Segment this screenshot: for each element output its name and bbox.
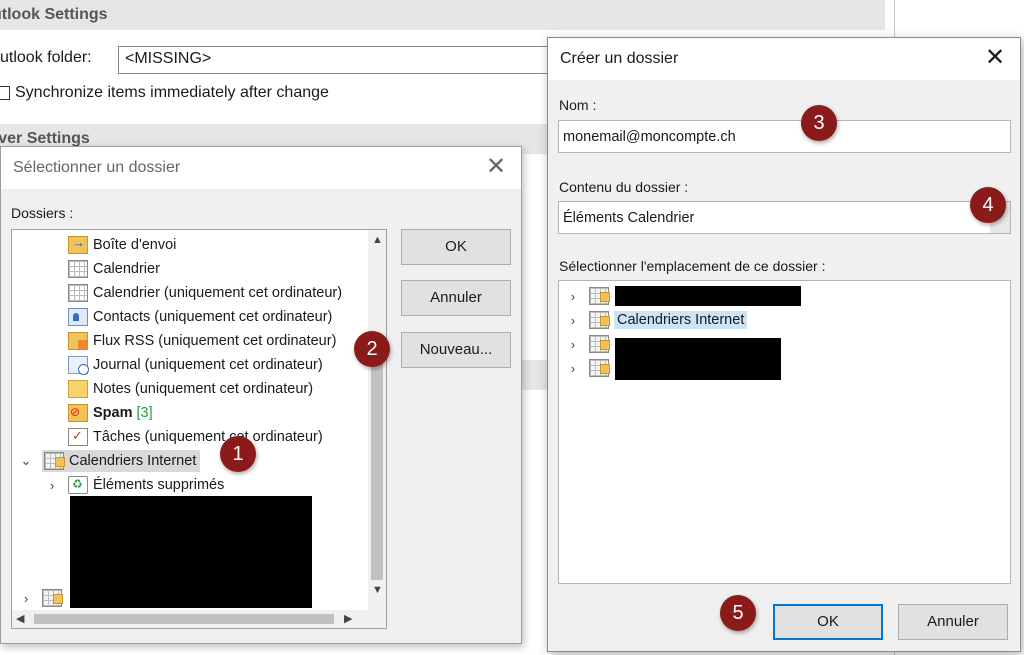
location-item[interactable]: › — [565, 332, 614, 356]
cancel-button[interactable]: Annuler — [898, 604, 1008, 640]
ok-button[interactable]: OK — [773, 604, 883, 640]
rss-icon — [68, 332, 88, 350]
ok-button[interactable]: OK — [401, 229, 511, 265]
chevron-down-icon[interactable]: ⌄ — [18, 453, 34, 469]
tree-item-label: Tâches (uniquement cet ordinateur) — [93, 429, 323, 445]
tree-item-label: Contacts (uniquement cet ordinateur) — [93, 309, 333, 325]
chevron-right-icon[interactable]: › — [18, 591, 34, 606]
scrollbar-thumb[interactable] — [34, 614, 334, 624]
outbox-icon — [68, 235, 88, 254]
tree-item-tasks[interactable]: Tâches (uniquement cet ordinateur) — [68, 425, 323, 449]
redacted-block — [70, 496, 312, 608]
tasks-icon — [68, 428, 88, 446]
tree-item-label: Boîte d'envoi — [93, 237, 177, 253]
tree-item-outbox[interactable]: Boîte d'envoi — [68, 233, 176, 257]
tree-item-label: Calendrier (uniquement cet ordinateur) — [93, 285, 343, 301]
sync-checkbox[interactable] — [0, 86, 10, 100]
internet-calendar-icon — [44, 452, 65, 470]
name-input[interactable]: monemail@moncompte.ch — [558, 120, 1011, 153]
tree-item-label: Spam — [93, 405, 133, 421]
tree-item-label: Notes (uniquement cet ordinateur) — [93, 381, 314, 397]
tree-item-calendar[interactable]: Calendrier — [68, 257, 160, 281]
tree-item-journal[interactable]: Journal (uniquement cet ordinateur) — [68, 353, 323, 377]
content-select-value: Éléments Calendrier — [563, 210, 695, 226]
folder-icon — [589, 359, 610, 377]
select-folder-titlebar: Sélectionner un dossier ✕ — [1, 147, 521, 189]
folder-icon — [589, 335, 610, 353]
tree-item-selection: Calendriers Internet — [42, 450, 201, 472]
outlook-folder-label: utlook folder: — [0, 49, 92, 66]
chevron-right-icon[interactable]: › — [565, 289, 581, 304]
folders-label: Dossiers : — [11, 205, 74, 221]
tree-item-label: Flux RSS (uniquement cet ordinateur) — [93, 333, 337, 349]
sync-label: Synchronize items immediately after chan… — [15, 84, 329, 101]
spam-icon — [68, 404, 88, 422]
step-marker-3: 3 — [801, 105, 837, 141]
close-icon[interactable]: ✕ — [481, 153, 511, 183]
notes-icon — [68, 380, 88, 398]
create-folder-title: Créer un dossier — [560, 50, 679, 67]
redacted-block — [615, 338, 781, 380]
location-item[interactable]: › — [565, 284, 614, 308]
tree-item-label: Calendriers Internet — [69, 453, 197, 469]
tree-item-label: Éléments supprimés — [93, 477, 225, 493]
content-label: Contenu du dossier : — [559, 179, 689, 195]
vertical-scrollbar[interactable]: ▲ ▼ — [368, 230, 386, 611]
calendar-icon — [68, 260, 88, 278]
tree-item-notes[interactable]: Notes (uniquement cet ordinateur) — [68, 377, 313, 401]
background-stripe — [522, 360, 547, 390]
scroll-down-icon[interactable]: ▼ — [372, 584, 383, 596]
tree-item-spam[interactable]: Spam [3] — [68, 401, 153, 425]
unread-count-badge: [3] — [136, 405, 153, 421]
content-select[interactable]: Éléments Calendrier — [558, 201, 1011, 234]
redacted-block — [615, 286, 801, 306]
location-item-internet-calendars[interactable]: › Calendriers Internet — [565, 308, 748, 332]
internet-calendar-icon — [589, 311, 610, 329]
location-item-label: Calendriers Internet — [614, 311, 748, 329]
tree-item-calendar-local[interactable]: Calendrier (uniquement cet ordinateur) — [68, 281, 342, 305]
folder-icon — [42, 589, 63, 607]
create-folder-dialog: Créer un dossier ✕ Nom : monemail@moncom… — [547, 37, 1021, 652]
close-icon[interactable]: ✕ — [980, 44, 1010, 74]
scroll-left-icon[interactable]: ◀ — [16, 612, 24, 625]
journal-icon — [68, 356, 89, 375]
horizontal-scrollbar[interactable]: ◀ ▶ — [12, 610, 386, 628]
chevron-right-icon[interactable]: › — [565, 361, 581, 376]
chevron-right-icon[interactable]: › — [565, 337, 581, 352]
tree-item-contacts[interactable]: Contacts (uniquement cet ordinateur) — [68, 305, 332, 329]
outlook-folder-input[interactable]: <MISSING> — [118, 46, 558, 74]
new-folder-button[interactable]: Nouveau... — [401, 332, 511, 368]
location-item[interactable]: › — [565, 356, 614, 380]
select-folder-title: Sélectionner un dossier — [13, 159, 181, 176]
outlook-settings-header: utlook Settings — [0, 0, 885, 30]
select-folder-dialog: Sélectionner un dossier ✕ Dossiers : Boî… — [0, 146, 522, 644]
scroll-up-icon[interactable]: ▲ — [372, 234, 383, 246]
chevron-right-icon[interactable]: › — [565, 313, 581, 328]
tree-item-label: Journal (uniquement cet ordinateur) — [93, 357, 323, 373]
folder-icon — [589, 287, 610, 305]
cancel-button[interactable]: Annuler — [401, 280, 511, 316]
step-marker-4: 4 — [970, 187, 1006, 223]
calendar-icon — [68, 284, 88, 302]
tree-item-label: Calendrier — [93, 261, 160, 277]
step-marker-2: 2 — [354, 331, 390, 367]
scroll-right-icon[interactable]: ▶ — [344, 612, 352, 625]
tree-item-internet-calendars[interactable]: ⌄ Calendriers Internet — [18, 449, 201, 473]
scrollbar-thumb[interactable] — [371, 350, 383, 580]
name-label: Nom : — [559, 97, 597, 113]
tree-item-collapsed[interactable]: › — [18, 586, 67, 610]
step-marker-5: 5 — [720, 595, 756, 631]
trash-icon — [68, 476, 88, 494]
location-tree[interactable]: › › Calendriers Internet › › — [558, 280, 1011, 584]
create-folder-titlebar: Créer un dossier ✕ — [548, 38, 1020, 80]
location-label: Sélectionner l'emplacement de ce dossier… — [559, 258, 826, 274]
tree-item-rss[interactable]: Flux RSS (uniquement cet ordinateur) — [68, 329, 336, 353]
contacts-icon — [68, 308, 88, 326]
folder-tree[interactable]: Boîte d'envoi Calendrier Calendrier (uni… — [11, 229, 387, 629]
chevron-right-icon[interactable]: › — [44, 478, 60, 493]
step-marker-1: 1 — [220, 436, 256, 472]
tree-item-deleted[interactable]: › Éléments supprimés — [44, 473, 224, 497]
